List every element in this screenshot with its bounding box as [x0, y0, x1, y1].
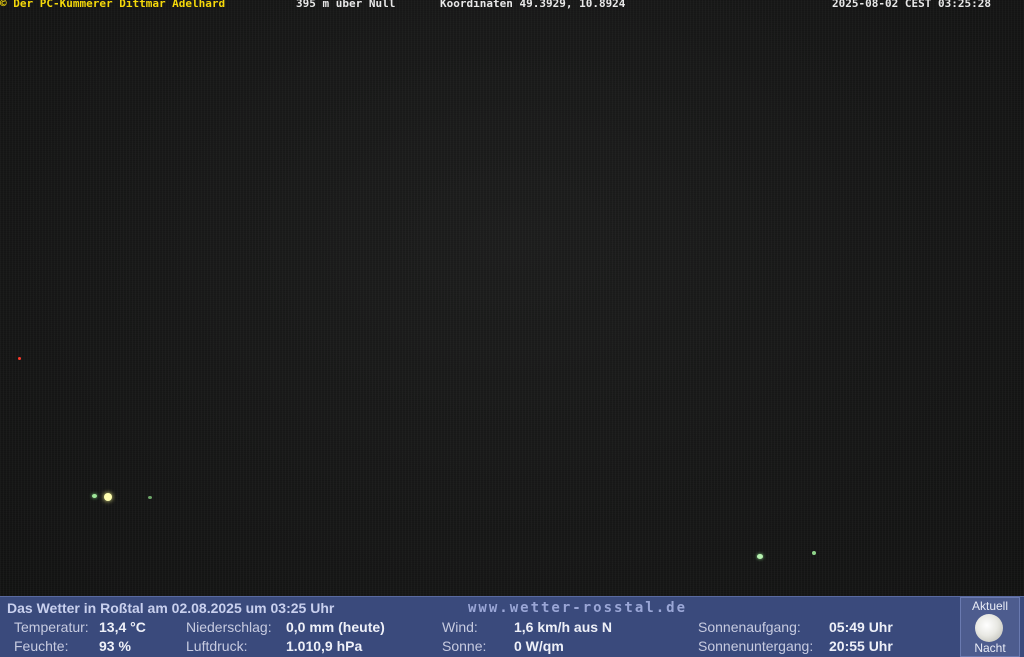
coordinates-text: Koordinaten 49.3929, 10.8924	[440, 0, 626, 10]
sun-label: Sonne:	[442, 638, 487, 654]
weather-panel: Das Wetter in Roßtal am 02.08.2025 um 03…	[0, 596, 1024, 657]
sunset-value: 20:55 Uhr	[829, 638, 893, 654]
sun-value: 0 W/qm	[514, 638, 564, 654]
sunrise-value: 05:49 Uhr	[829, 619, 893, 635]
distant-light-yellow	[104, 493, 112, 501]
humidity-value: 93 %	[99, 638, 131, 654]
precipitation-label: Niederschlag:	[186, 619, 272, 635]
moon-top-label: Aktuell	[971, 599, 1009, 613]
distant-light-green-3	[757, 554, 763, 559]
wind-value: 1,6 km/h aus N	[514, 619, 613, 635]
moon-bottom-label: Nacht	[974, 641, 1006, 655]
pressure-label: Luftdruck:	[186, 638, 248, 654]
wind-label: Wind:	[442, 619, 478, 635]
distant-light-red	[18, 357, 21, 360]
pressure-value: 1.010,9 hPa	[286, 638, 363, 654]
distant-light-green-1	[92, 494, 97, 498]
temperature-value: 13,4 °C	[99, 619, 146, 635]
weather-headline: Das Wetter in Roßtal am 02.08.2025 um 03…	[7, 600, 335, 616]
webcam-info-bar: © Der PC-Kümmerer Dittmar Adelhard 395 m…	[0, 0, 1024, 10]
humidity-label: Feuchte:	[14, 638, 69, 654]
altitude-text: 395 m über Null	[296, 0, 396, 10]
precipitation-value: 0,0 mm (heute)	[286, 619, 385, 635]
website-text: www.wetter-rosstal.de	[468, 600, 688, 616]
webcam-night-image	[0, 0, 1024, 596]
owner-text: © Der PC-Kümmerer Dittmar Adelhard	[0, 0, 226, 10]
sunrise-label: Sonnenaufgang:	[698, 619, 801, 635]
distant-light-green-4	[812, 551, 816, 555]
sunset-label: Sonnenuntergang:	[698, 638, 814, 654]
distant-light-green-2	[148, 496, 152, 499]
timestamp-text: 2025-08-02 CEST 03:25:28	[832, 0, 991, 10]
moon-phase-box: Aktuell Nacht	[960, 597, 1020, 657]
moon-icon	[975, 614, 1003, 642]
temperature-label: Temperatur:	[14, 619, 89, 635]
